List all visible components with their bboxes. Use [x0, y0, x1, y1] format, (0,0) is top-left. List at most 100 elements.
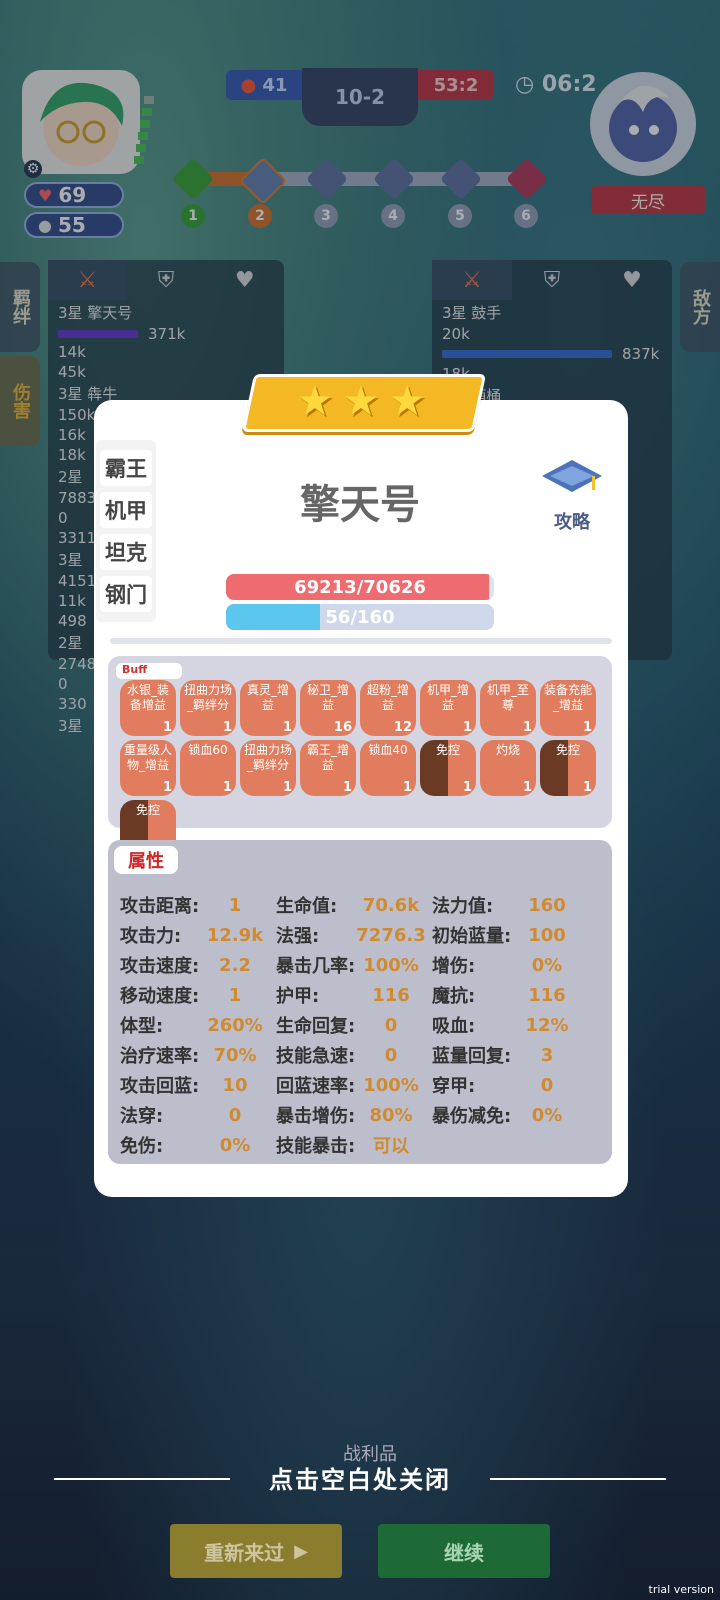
- attribute-cell: 攻击速度: 2.2: [120, 950, 276, 980]
- attribute-label: 初始蓝量:: [432, 926, 512, 947]
- guide-button-label[interactable]: 攻略: [540, 508, 604, 534]
- attribute-cell: 免伤: 0%: [120, 1130, 276, 1160]
- synergy-tag-list: 霸王 机甲 坦克 钢门: [96, 440, 156, 622]
- attribute-label: 治疗速率:: [120, 1046, 200, 1067]
- buff-item[interactable]: 霸王_增益 1: [300, 740, 356, 796]
- buff-stack-count: 1: [222, 720, 232, 735]
- attribute-cell: 护甲: 116: [276, 980, 432, 1010]
- close-hint: 点击空白处关闭: [269, 1466, 451, 1494]
- buff-item[interactable]: 锁血60 1: [180, 740, 236, 796]
- attribute-value: 0: [228, 1104, 242, 1126]
- buff-name: 霸王_增益: [306, 743, 349, 772]
- attribute-value: 260%: [207, 1014, 263, 1036]
- attribute-label: 暴伤减免:: [432, 1106, 512, 1127]
- attribute-cell: 攻击距离: 1: [120, 890, 276, 920]
- synergy-tag[interactable]: 机甲: [100, 492, 152, 528]
- attribute-value: 10: [222, 1074, 248, 1096]
- attribute-row: 攻击距离: 1 生命值: 70.6k 法力值: 160: [120, 890, 610, 920]
- attribute-cell: 魔抗: 116: [432, 980, 588, 1010]
- attribute-cell: 移动速度: 1: [120, 980, 276, 1010]
- attribute-label: 法强:: [276, 926, 320, 947]
- buff-name: 免控: [435, 743, 460, 757]
- attribute-label: 蓝量回复:: [432, 1046, 512, 1067]
- attribute-label: 攻击距离:: [120, 896, 200, 917]
- continue-button-label: 继续: [444, 1540, 484, 1565]
- attribute-cell: 攻击回蓝: 10: [120, 1070, 276, 1100]
- buff-stack-count: 1: [402, 780, 412, 795]
- buff-stack-count: 1: [282, 780, 292, 795]
- buff-name: 秘卫_增益: [306, 683, 349, 712]
- buff-stack-count: 12: [393, 720, 412, 735]
- buff-item[interactable]: 机甲_增益 1: [420, 680, 476, 736]
- attribute-value: 0: [384, 1014, 398, 1036]
- buff-name: 免控: [135, 803, 160, 817]
- attribute-row: 攻击力: 12.9k 法强: 7276.3 初始蓝量: 100: [120, 920, 610, 950]
- attribute-label: 穿甲:: [432, 1076, 476, 1097]
- attribute-label: 吸血:: [432, 1016, 476, 1037]
- attribute-value: 116: [372, 984, 410, 1006]
- continue-button[interactable]: 继续: [378, 1524, 550, 1578]
- buff-item[interactable]: 真灵_增益 1: [240, 680, 296, 736]
- buff-item[interactable]: 水银_装备增益 1: [120, 680, 176, 736]
- attribute-value: 70%: [213, 1044, 257, 1066]
- buff-item[interactable]: 锁血40 1: [360, 740, 416, 796]
- buff-name: 机甲_增益: [426, 683, 469, 712]
- hero-star-rating: ★ ★ ★: [296, 376, 426, 425]
- attribute-cell: 初始蓝量: 100: [432, 920, 588, 950]
- buff-item[interactable]: 重量级人物_增益 1: [120, 740, 176, 796]
- attribute-grid: 攻击距离: 1 生命值: 70.6k 法力值: 160 攻击力: 12.9k 法强: 7276.3…: [120, 890, 610, 1160]
- attribute-cell: 暴击增伤: 80%: [276, 1100, 432, 1130]
- buff-stack-count: 1: [282, 720, 292, 735]
- attribute-label: 暴击增伤:: [276, 1106, 356, 1127]
- buff-stack-count: 1: [522, 780, 532, 795]
- attribute-value: 7276.3: [356, 924, 426, 946]
- buff-stack-count: 1: [462, 780, 472, 795]
- hero-name: 擎天号: [300, 482, 420, 528]
- buff-item[interactable]: 扭曲力场_羁绊分 1: [240, 740, 296, 796]
- buff-name: 重量级人物_增益: [123, 743, 172, 772]
- attribute-value: 0: [384, 1044, 398, 1066]
- buff-item[interactable]: 秘卫_增益 16: [300, 680, 356, 736]
- buff-stack-count: 1: [162, 720, 172, 735]
- synergy-tag[interactable]: 钢门: [100, 576, 152, 612]
- video-ad-icon: ▶: [294, 1540, 308, 1562]
- attribute-cell: 法强: 7276.3: [276, 920, 432, 950]
- attribute-label: 增伤:: [432, 956, 476, 977]
- attribute-row: 攻击速度: 2.2 暴击几率: 100% 增伤: 0%: [120, 950, 610, 980]
- attribute-value: 160: [528, 894, 566, 916]
- buff-item[interactable]: 免控 1: [540, 740, 596, 796]
- buff-item[interactable]: 机甲_至尊 1: [480, 680, 536, 736]
- attribute-value: 0%: [219, 1134, 251, 1156]
- synergy-tag[interactable]: 坦克: [100, 534, 152, 570]
- divider: [110, 638, 612, 644]
- buff-item[interactable]: 超粉_增益 12: [360, 680, 416, 736]
- attribute-label: 攻击回蓝:: [120, 1076, 200, 1097]
- hero-hp-text: 69213/70626: [294, 576, 426, 598]
- attribute-label: 法穿:: [120, 1106, 164, 1127]
- attribute-value: 2.2: [219, 954, 251, 976]
- attribute-row: 免伤: 0% 技能暴击: 可以: [120, 1130, 610, 1160]
- attribute-cell: [432, 1130, 588, 1160]
- buff-name: 灼烧: [495, 743, 520, 757]
- buff-name: 机甲_至尊: [486, 683, 529, 712]
- buff-item[interactable]: 灼烧 1: [480, 740, 536, 796]
- attribute-label: 生命值:: [276, 896, 338, 917]
- buff-item[interactable]: 扭曲力场_羁绊分 1: [180, 680, 236, 736]
- attribute-label: 攻击力:: [120, 926, 182, 947]
- synergy-tag[interactable]: 霸王: [100, 450, 152, 486]
- attribute-value: 0%: [531, 1104, 563, 1126]
- attribute-value: 0: [540, 1074, 554, 1096]
- retry-button[interactable]: 重新来过 ▶: [170, 1524, 342, 1578]
- buff-name: 免控: [555, 743, 580, 757]
- hero-mana-bar: 56/160: [226, 604, 494, 630]
- attribute-section-header: 属性: [114, 846, 178, 874]
- buff-item[interactable]: 免控 1: [420, 740, 476, 796]
- attribute-value: 116: [528, 984, 566, 1006]
- graduation-cap-icon[interactable]: [540, 458, 604, 500]
- attribute-value: 100: [528, 924, 566, 946]
- buff-name: 装备充能_增益: [543, 683, 592, 712]
- buff-item[interactable]: 装备充能_增益 1: [540, 680, 596, 736]
- buff-name: 超粉_增益: [366, 683, 409, 712]
- retry-button-label: 重新来过: [204, 1540, 285, 1565]
- attribute-row: 法穿: 0 暴击增伤: 80% 暴伤减免: 0%: [120, 1100, 610, 1130]
